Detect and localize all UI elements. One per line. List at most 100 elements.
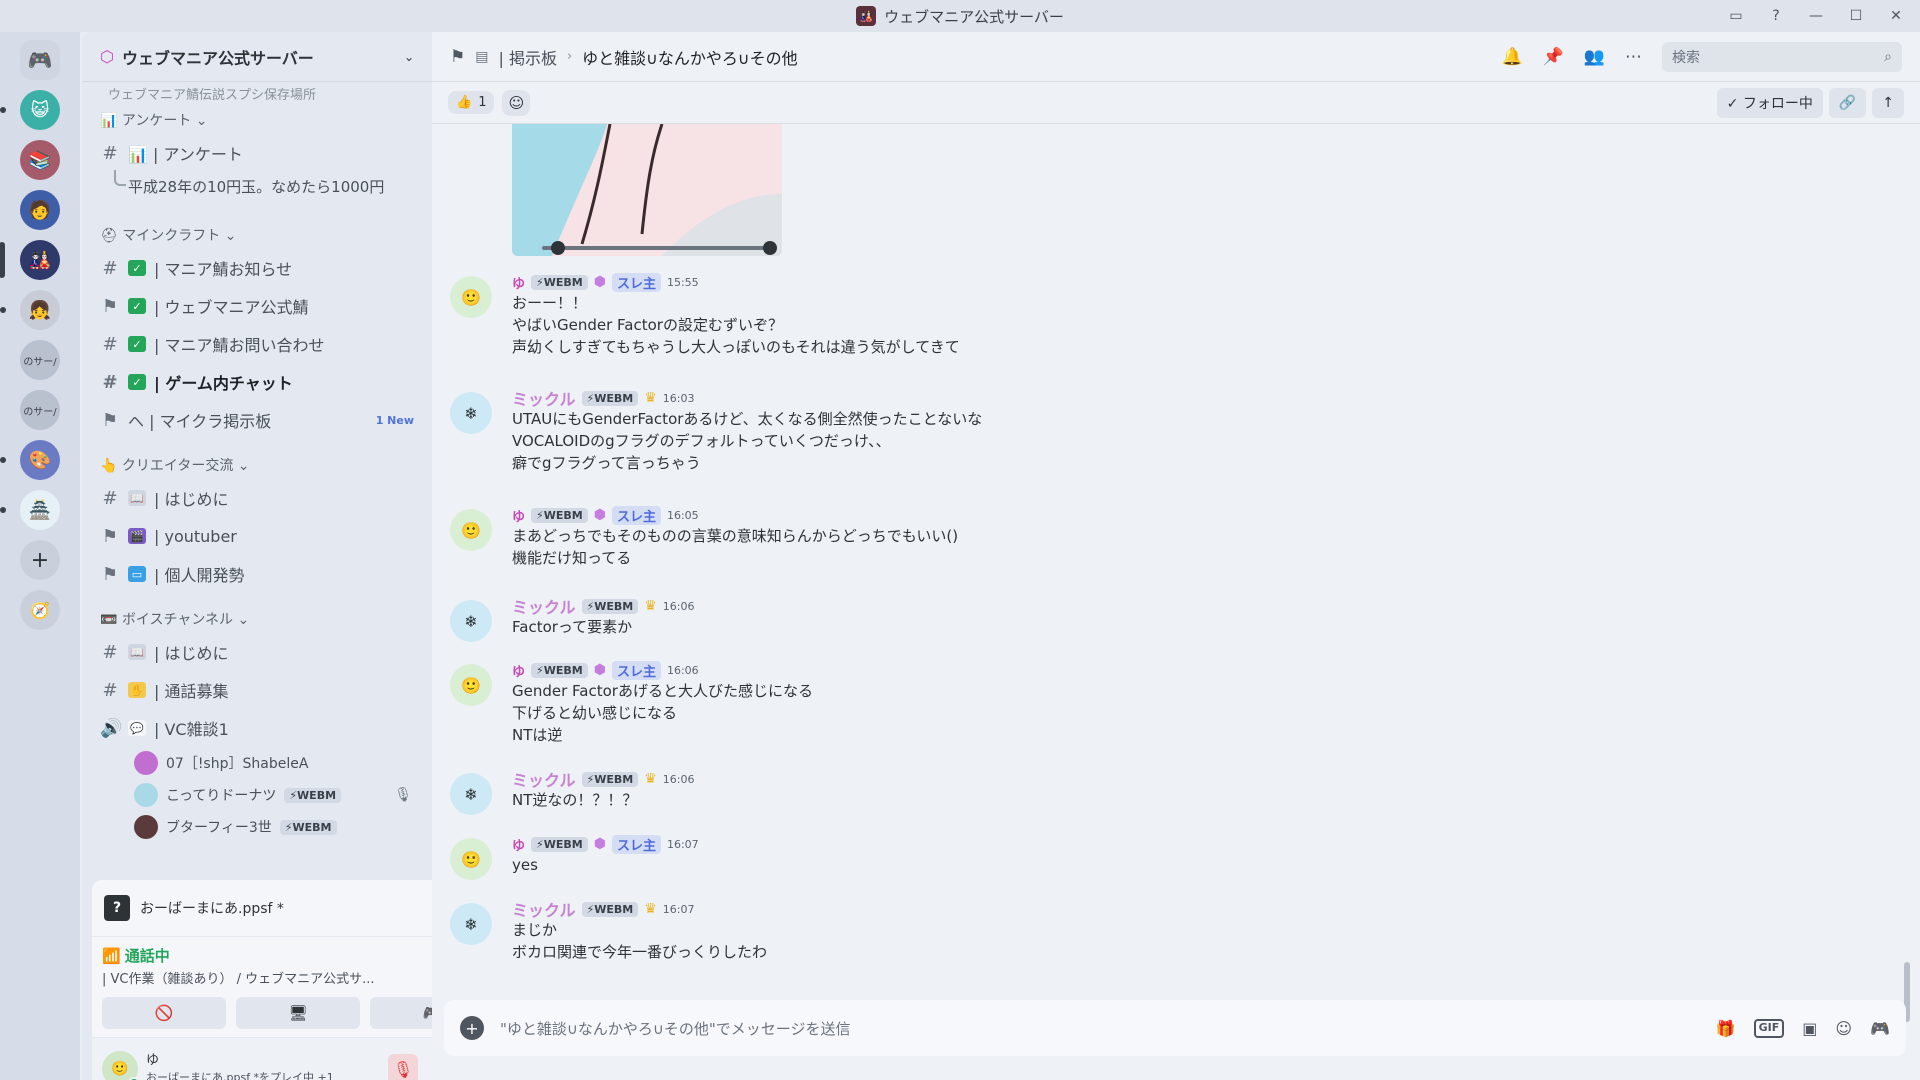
close-button[interactable]: ✕ [1878,2,1914,30]
message-author[interactable]: ミックル [512,897,576,921]
voice-channel-name[interactable]: | VC作業（雑談あり） / ウェブマニア公式サ... [102,968,422,987]
members-icon[interactable]: 👥 [1584,47,1605,67]
message-line: Factorって要素か [512,618,633,636]
server-icon-1[interactable]: 😺 [0,90,60,130]
window-title-wrap: 🎎 ウェブマニア公式サーバー [856,6,1064,27]
crystal-icon: ⬢ [593,662,606,678]
channel-mc-board[interactable]: ⚑ ヘ | マイクラ掲示板 1 New [90,401,424,439]
gift-icon[interactable]: 🎁 [1716,1019,1736,1038]
avatar[interactable]: 🙂 [450,838,492,880]
more-icon[interactable]: ⋯ [1625,47,1642,67]
channel-vo-intro[interactable]: # 📖 | はじめに [90,633,424,671]
message-author[interactable]: ゆ [512,661,525,680]
category-creator[interactable]: 👆 クリエイター交流 ⌄ [90,445,424,479]
op-badge: スレ主 [611,505,661,525]
forum-icon: ⚑ [101,563,119,585]
message-author[interactable]: ゆ [512,506,525,525]
pin-icon[interactable]: 📌 [1543,47,1564,67]
webm-tag: ⚡WEBM [581,598,639,614]
server-icon-7[interactable]: のサー/ [20,390,60,430]
avatar[interactable]: ❄ [450,773,492,815]
forum-icon: ⚑ [101,409,119,431]
server-icon-8[interactable]: 🎨 [0,440,60,480]
add-server-icon[interactable]: + [20,540,60,580]
voice-channel-vc1[interactable]: 🔊 💬 | VC雑談1 [90,709,424,747]
avatar[interactable]: 🙂 [450,509,492,551]
voice-user[interactable]: 07［!shp］ShabeleA [90,747,424,779]
message-author[interactable]: ゆ [512,835,525,854]
follow-button[interactable]: ✓ フォロー中 [1716,87,1823,118]
minimize-button[interactable]: — [1798,2,1834,30]
reaction-pill[interactable]: 👍 1 [448,91,495,114]
server-icon-6[interactable]: のサー/ [20,340,60,380]
speech-bubble-icon: 💬 [128,720,146,736]
message-author[interactable]: ミックル [512,767,576,791]
help-icon[interactable]: ? [1758,2,1794,30]
gif-icon[interactable]: GIF [1753,1018,1785,1038]
message-item: ❄ ミックル ⚡WEBM ♛ 16:06 NT逆なの！？！？ [450,767,1850,815]
window-controls: ▭ ? — ☐ ✕ [1718,0,1914,32]
arrow-up-icon[interactable]: ↑ [1872,87,1904,118]
message-author[interactable]: ミックル [512,386,576,410]
avatar[interactable]: ❄ [450,600,492,642]
server-icon-active[interactable]: 🎎 [0,240,60,280]
search-input[interactable]: 検索 ⌕ [1662,41,1902,72]
mic-muted-icon[interactable]: 🎙 [388,1054,418,1080]
maximize-button[interactable]: ☐ [1838,2,1874,30]
op-badge: スレ主 [611,660,661,680]
channel-indie-dev[interactable]: ⚑ ▭ | 個人開発勢 [90,555,424,593]
channel-call-recruit[interactable]: # ✋ | 通話募集 [90,671,424,709]
explore-servers-icon[interactable]: 🧭 [20,590,60,630]
screen-share-button[interactable]: 🖥 [236,997,360,1029]
channel-game-chat[interactable]: # ✓ | ゲーム内チャット [90,363,424,401]
server-icon-2[interactable]: 📚 [20,140,60,180]
attach-plus-icon[interactable]: + [460,1016,484,1040]
server-icon-5[interactable]: 👧 [0,290,60,330]
link-icon[interactable]: 🔗 [1828,87,1867,118]
image-attachment[interactable] [512,124,782,256]
server-icon-9[interactable]: 🏯 [0,490,60,530]
message-author[interactable]: ゆ [512,273,525,292]
add-reaction-icon[interactable]: ☺ [502,89,531,116]
category-survey[interactable]: 📊 アンケート ⌄ [90,100,424,134]
avatar[interactable]: 🙂 [450,664,492,706]
user-names[interactable]: ゆ おーばーまにあ.ppsf *をプレイ中 +1 [146,1052,356,1080]
breadcrumb-separator: › [566,49,573,64]
channel-mc-contact[interactable]: # ✓ | マニア鯖お問い合わせ [90,325,424,363]
channel-mc-news[interactable]: # ✓ | マニア鯖お知らせ [90,249,424,287]
channel-label: | VC雑談1 [154,720,229,739]
emoji-icon[interactable]: ☺ [1835,1019,1852,1038]
avatar[interactable]: 🙂 [450,276,492,318]
voice-user[interactable]: ブターフィー3世 ⚡WEBM [90,811,424,843]
thread-survey[interactable]: 平成28年の10円玉。なめたら1000円 [90,170,424,201]
category-minecraft[interactable]: ⛑ マインクラフト ⌄ [90,215,424,249]
reaction-count: 1 [478,95,487,110]
chevron-down-icon[interactable]: ⌄ [404,50,414,64]
unread-pill [0,507,6,513]
avatar[interactable]: 🙂 [102,1051,140,1080]
voice-user[interactable]: こってりドーナツ ⚡WEBM 🎙 [90,779,424,811]
channel-label: | マニア鯖お問い合わせ [154,336,325,355]
avatar[interactable]: ❄ [450,392,492,434]
new-badge: 1 New [375,413,414,427]
message-author[interactable]: ミックル [512,594,576,618]
bell-icon[interactable]: 🔔 [1501,47,1522,67]
camera-off-button[interactable]: 🚫 [102,997,226,1029]
inbox-icon[interactable]: ▭ [1718,2,1754,30]
category-voice[interactable]: 📼 ボイスチャンネル ⌄ [90,599,424,633]
channel-youtuber[interactable]: ⚑ 🎬 | youtuber [90,517,424,555]
channel-cr-intro[interactable]: # 📖 | はじめに [90,479,424,517]
discord-home-icon[interactable]: 🎮 [20,40,60,80]
server-icon-3[interactable]: 🧑 [20,190,60,230]
game-controller-icon[interactable]: 🎮 [1870,1019,1890,1038]
message-input[interactable]: "ゆと雑談∪なんかやろ∪その他"でメッセージを送信 [500,1018,850,1039]
channel-survey[interactable]: # 📊 | アンケート [90,134,424,172]
avatar[interactable]: ❄ [450,903,492,945]
server-header[interactable]: ⬡ ウェブマニア公式サーバー ⌄ [82,32,432,82]
sticker-icon[interactable]: ▣ [1802,1019,1817,1038]
message-line: 下げると幼い感じになる [512,704,678,722]
cut-channel[interactable]: ウェブマニア鯖伝説スプシ保存場所 [90,82,424,100]
breadcrumb-board[interactable]: | 掲示板 [498,45,556,69]
channel-mc-official[interactable]: ⚑ ✓ | ウェブマニア公式鯖 [90,287,424,325]
webm-tag: ⚡WEBM [531,836,588,852]
